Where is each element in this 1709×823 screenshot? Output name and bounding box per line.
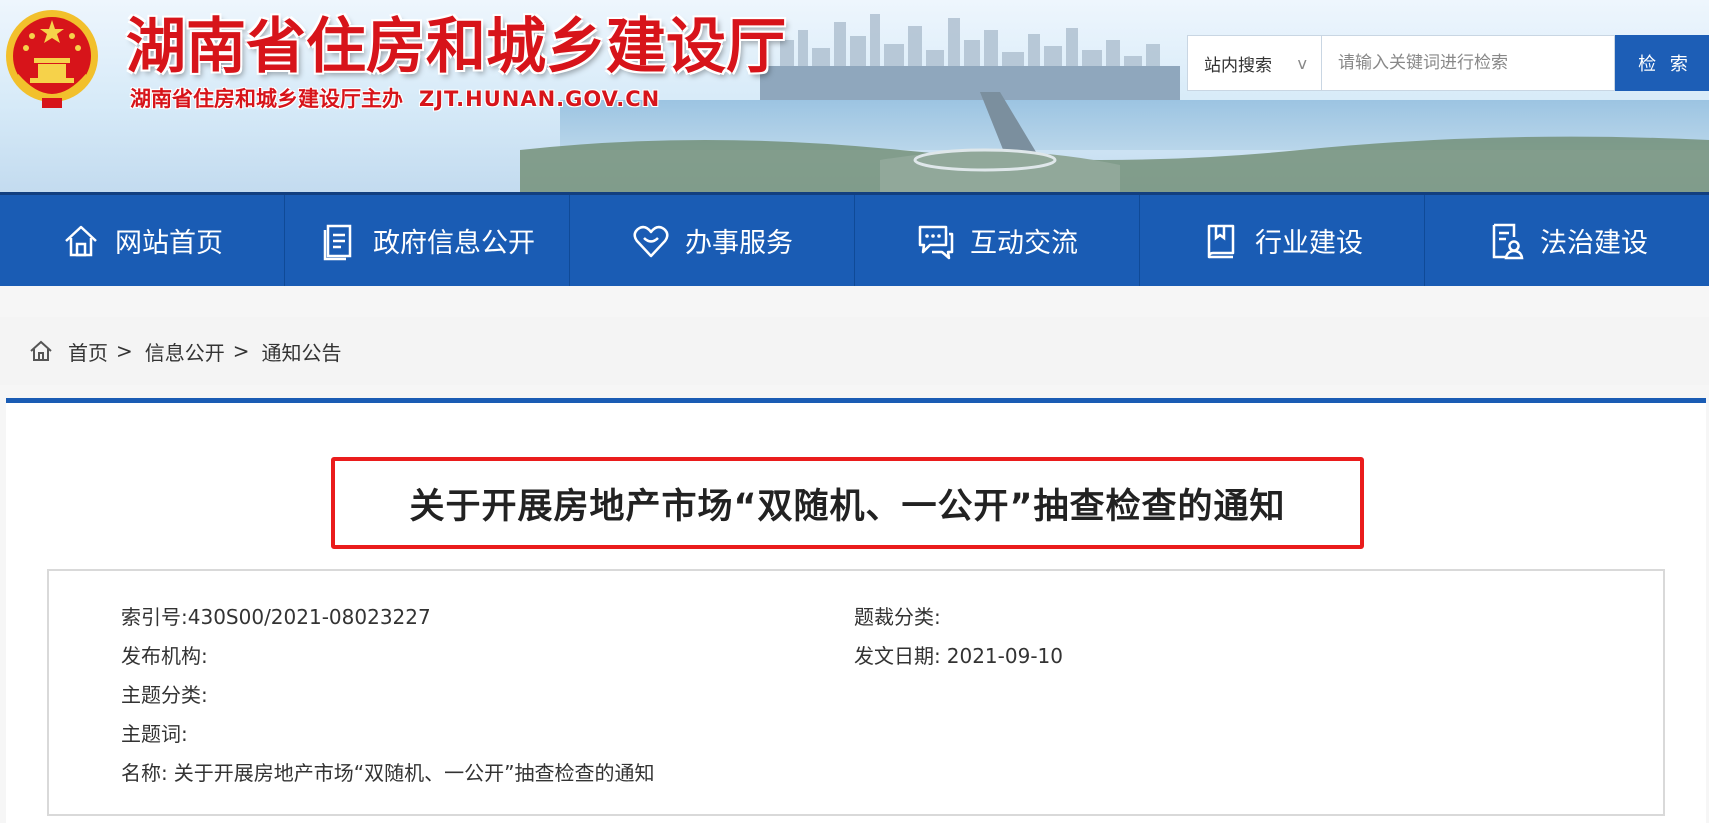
meta-label: 题裁分类: bbox=[854, 605, 941, 629]
breadcrumb-separator: > bbox=[232, 339, 250, 363]
meta-genre: 题裁分类: bbox=[854, 601, 947, 630]
meta-publisher: 发布机构: bbox=[121, 640, 214, 669]
article-meta-table: 索引号:430S00/2021-08023227 题裁分类: 发布机构: 发文日… bbox=[47, 569, 1665, 816]
search-scope-label: 站内搜索 bbox=[1204, 55, 1272, 76]
article-container: 关于开展房地产市场“双随机、一公开”抽查检查的通知 索引号:430S00/202… bbox=[6, 398, 1706, 823]
search-scope-select[interactable]: 站内搜索 v bbox=[1187, 35, 1322, 91]
nav-item-label: 政府信息公开 bbox=[373, 228, 535, 259]
sponsor-text: 湖南省住房和城乡建设厅主办 bbox=[130, 87, 403, 111]
site-subtitle: 湖南省住房和城乡建设厅主办 ZJT.HUNAN.GOV.CN bbox=[130, 86, 660, 112]
nav-item-label: 网站首页 bbox=[115, 228, 223, 259]
meta-name: 名称: 关于开展房地产市场“双随机、一公开”抽查检查的通知 bbox=[121, 757, 654, 786]
meta-label: 名称: bbox=[121, 761, 168, 785]
home-icon bbox=[30, 340, 52, 361]
breadcrumb-home-link[interactable]: 首页 bbox=[68, 337, 108, 366]
header-banner: 湖南省住房和城乡建设厅 湖南省住房和城乡建设厅主办 ZJT.HUNAN.GOV.C… bbox=[0, 0, 1709, 192]
nav-item-gov-info[interactable]: 政府信息公开 bbox=[285, 195, 570, 286]
site-domain: ZJT.HUNAN.GOV.CN bbox=[419, 87, 661, 111]
meta-value: 430S00/2021-08023227 bbox=[187, 605, 431, 629]
chat-icon bbox=[918, 225, 954, 259]
article-title-highlight: 关于开展房地产市场“双随机、一公开”抽查检查的通知 bbox=[331, 457, 1364, 549]
nav-item-rule-of-law[interactable]: 法治建设 bbox=[1425, 195, 1709, 286]
book-icon bbox=[1207, 224, 1235, 258]
meta-label: 主题词: bbox=[121, 722, 188, 746]
meta-label: 发布机构: bbox=[121, 644, 208, 668]
chevron-down-icon: v bbox=[1297, 53, 1307, 73]
meta-topic: 主题分类: bbox=[121, 679, 214, 708]
meta-label: 主题分类: bbox=[121, 683, 208, 707]
nav-item-home[interactable]: 网站首页 bbox=[0, 195, 285, 286]
meta-value: 2021-09-10 bbox=[946, 644, 1063, 668]
breadcrumb-separator: > bbox=[116, 339, 133, 363]
meta-label: 索引号: bbox=[121, 605, 188, 629]
heart-icon bbox=[633, 225, 669, 257]
home-icon bbox=[65, 225, 97, 256]
main-nav: 网站首页 政府信息公开 办事服务 互动交流 行业建设 法治建设 bbox=[0, 192, 1709, 286]
meta-label: 发文日期: bbox=[854, 644, 941, 668]
national-emblem-icon bbox=[6, 10, 98, 108]
nav-item-interaction[interactable]: 互动交流 bbox=[855, 195, 1140, 286]
meta-index: 索引号:430S00/2021-08023227 bbox=[121, 601, 431, 630]
nav-item-label: 行业建设 bbox=[1255, 228, 1363, 259]
article-title: 关于开展房地产市场“双随机、一公开”抽查检查的通知 bbox=[409, 486, 1286, 527]
site-title: 湖南省住房和城乡建设厅 bbox=[126, 12, 786, 82]
breadcrumb: 首页 > 信息公开 > 通知公告 bbox=[0, 317, 1709, 385]
breadcrumb-info-link[interactable]: 信息公开 bbox=[145, 337, 225, 366]
search-bar: 站内搜索 v 检 索 bbox=[1187, 35, 1709, 91]
meta-keywords: 主题词: bbox=[121, 718, 194, 747]
search-input[interactable] bbox=[1322, 35, 1615, 91]
law-document-icon bbox=[1492, 223, 1524, 259]
nav-item-label: 办事服务 bbox=[685, 228, 793, 259]
breadcrumb-notices-link[interactable]: 通知公告 bbox=[262, 337, 342, 366]
nav-item-services[interactable]: 办事服务 bbox=[570, 195, 855, 286]
meta-value: 关于开展房地产市场“双随机、一公开”抽查检查的通知 bbox=[173, 761, 655, 785]
nav-item-industry[interactable]: 行业建设 bbox=[1140, 195, 1425, 286]
search-button[interactable]: 检 索 bbox=[1615, 35, 1709, 91]
nav-item-label: 法治建设 bbox=[1540, 228, 1648, 259]
document-icon bbox=[323, 224, 352, 260]
nav-item-label: 互动交流 bbox=[970, 228, 1078, 259]
meta-date: 发文日期: 2021-09-10 bbox=[854, 640, 1063, 669]
